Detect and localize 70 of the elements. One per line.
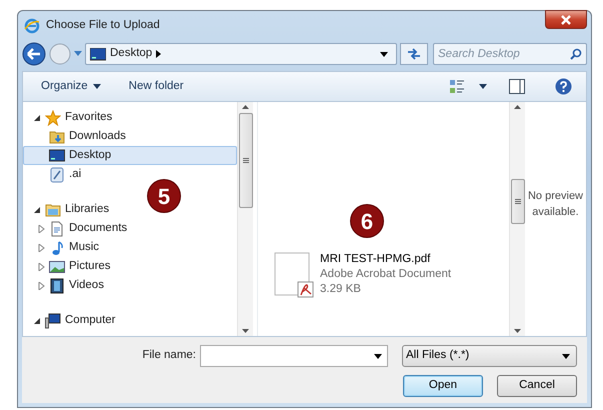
tree-item[interactable]: Videos — [23, 276, 237, 295]
library-folder-icon — [45, 202, 61, 218]
scroll-up-arrow-icon[interactable] — [514, 105, 521, 109]
step-number-badge: 5 — [148, 180, 180, 212]
tree-item[interactable]: Pictures — [23, 257, 237, 276]
document-icon — [49, 220, 65, 236]
history-dropdown-icon[interactable] — [74, 51, 82, 57]
close-button[interactable] — [545, 10, 587, 29]
pdf-file-icon — [274, 252, 314, 298]
search-icon[interactable] — [570, 48, 582, 60]
close-icon[interactable] — [560, 14, 572, 24]
picture-icon — [49, 258, 65, 274]
collapse-arrow-icon[interactable] — [34, 206, 40, 214]
file-name[interactable]: MRI TEST-HPMG.pdf — [320, 252, 452, 267]
collapse-arrow-icon[interactable] — [34, 114, 40, 122]
shortcut-icon — [49, 166, 65, 182]
file-name-field[interactable] — [200, 345, 388, 367]
film-icon — [49, 278, 65, 294]
refresh-icon[interactable] — [406, 47, 422, 61]
file-type-dropdown[interactable]: All Files (*.*) — [402, 345, 577, 367]
expand-arrow-icon[interactable] — [38, 244, 44, 252]
file-size: 3.29 KB — [320, 282, 362, 297]
grip-icon — [514, 198, 520, 204]
preview-message: No preview available. — [526, 188, 584, 220]
scroll-thumb[interactable] — [238, 113, 252, 208]
scroll-down-arrow-icon[interactable] — [514, 329, 521, 333]
view-options-icon[interactable] — [449, 78, 465, 94]
step-number-badge: 6 — [351, 205, 383, 237]
scroll-up-arrow-icon[interactable] — [242, 105, 249, 109]
caret-icon[interactable] — [562, 354, 570, 358]
collapse-arrow-icon[interactable] — [34, 316, 40, 324]
preview-pane-icon[interactable] — [509, 79, 525, 94]
scroll-thumb[interactable] — [510, 178, 524, 224]
desktop-icon — [49, 148, 65, 164]
browser-icon — [24, 18, 40, 34]
caret-icon[interactable] — [92, 84, 101, 89]
scrollbar[interactable] — [509, 102, 525, 336]
file-name-label: File name: — [142, 348, 196, 364]
address-path: Desktop — [110, 46, 152, 62]
window-title: Choose File to Upload — [46, 18, 160, 34]
new-folder-button[interactable]: New folder — [128, 78, 184, 96]
organize-menu[interactable]: Organize — [41, 78, 101, 96]
caret-icon[interactable] — [479, 84, 487, 89]
file-type: Adobe Acrobat Document — [320, 267, 452, 282]
back-button[interactable] — [22, 42, 46, 66]
tree-item[interactable]: Desktop — [23, 146, 237, 165]
tree-item[interactable]: Documents — [23, 219, 237, 238]
expand-arrow-icon[interactable] — [38, 262, 44, 270]
desktop-icon — [90, 48, 106, 60]
tree-item[interactable]: Computer — [23, 311, 237, 330]
refresh-button[interactable] — [400, 43, 428, 65]
tree-item[interactable]: Favorites — [23, 108, 237, 127]
cancel-button[interactable]: Cancel — [497, 375, 577, 397]
search-field[interactable]: Search Desktop — [433, 43, 587, 65]
open-button[interactable]: Open — [403, 375, 483, 397]
scrollbar[interactable] — [237, 102, 253, 336]
expand-arrow-icon[interactable] — [38, 282, 44, 290]
download-folder-icon — [49, 128, 65, 144]
expand-arrow-icon[interactable] — [38, 224, 44, 232]
tree-item[interactable]: Downloads — [23, 127, 237, 146]
help-icon[interactable] — [555, 78, 572, 95]
caret-icon[interactable] — [374, 354, 382, 358]
address-bar[interactable]: Desktop — [85, 43, 397, 65]
tree-item[interactable]: Music — [23, 238, 237, 257]
computer-icon — [45, 312, 61, 328]
caret-icon[interactable] — [380, 52, 388, 56]
star-icon — [45, 110, 61, 126]
grip-icon — [242, 158, 248, 163]
scroll-down-arrow-icon[interactable] — [242, 329, 249, 333]
chevron-icon[interactable] — [156, 50, 162, 58]
